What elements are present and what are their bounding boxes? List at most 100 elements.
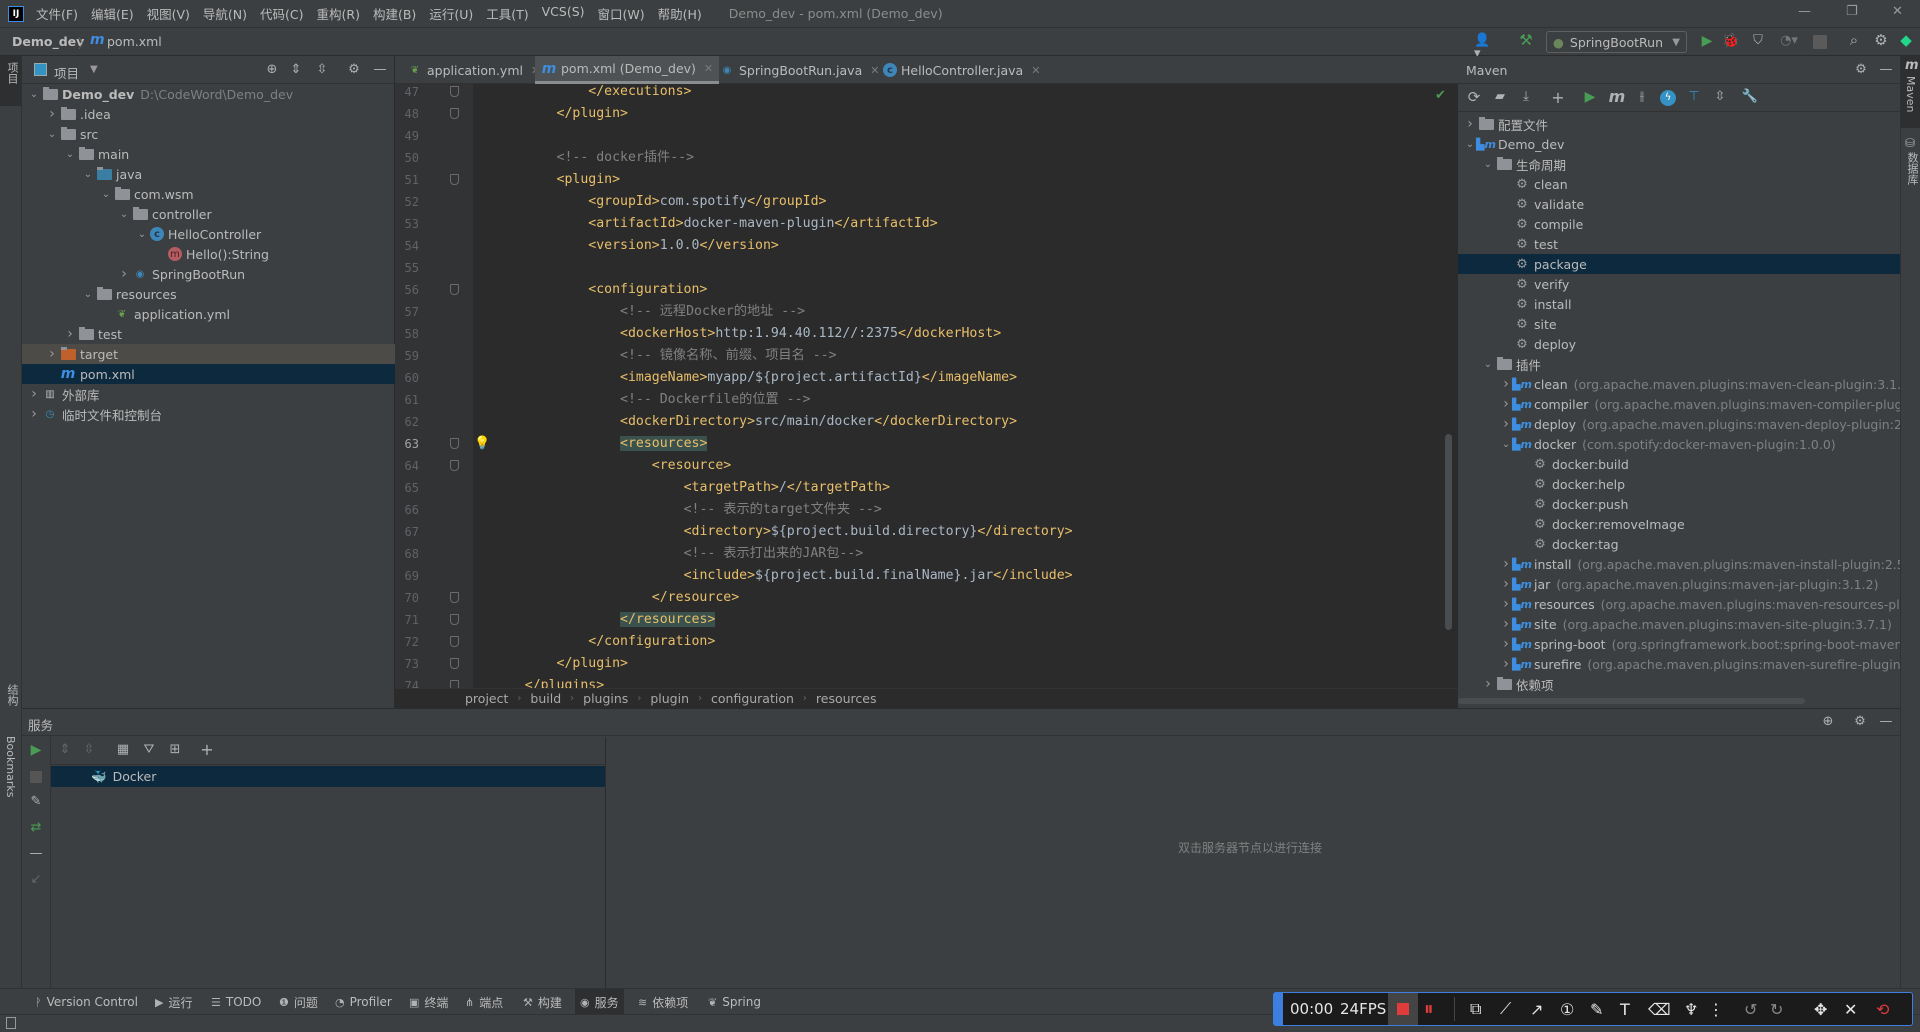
service-docker[interactable]: 🐳 Docker: [51, 766, 605, 787]
tree-item[interactable]: ⌄ 生命周期: [1458, 154, 1900, 174]
tree-item[interactable]: ⌄ src: [22, 124, 395, 144]
menu-item[interactable]: 代码(C): [260, 4, 303, 23]
chevron-right-icon[interactable]: ›: [116, 266, 132, 282]
tree-item[interactable]: ⚙ verify: [1458, 274, 1900, 294]
breadcrumb-item[interactable]: plugin: [650, 691, 689, 706]
tree-item[interactable]: ⌄ c HelloController: [22, 224, 395, 244]
breadcrumb-item[interactable]: plugins: [583, 691, 628, 706]
hide-panel-icon[interactable]: —: [372, 63, 388, 76]
tree-item[interactable]: ❦ application.yml: [22, 304, 395, 324]
tree-item[interactable]: › ◷ 临时文件和控制台: [22, 404, 395, 424]
breadcrumb-project[interactable]: Demo_dev: [12, 34, 84, 49]
add-service-icon[interactable]: +: [199, 742, 215, 758]
tree-item[interactable]: ⚙ docker:push: [1458, 494, 1900, 514]
fold-marker-icon[interactable]: [450, 658, 459, 669]
breadcrumb-file[interactable]: pom.xml: [107, 34, 162, 49]
bookmarks-tool-button[interactable]: Bookmarks: [4, 736, 17, 797]
editor-tab[interactable]: ❦application.yml✕: [401, 56, 546, 84]
code-editor[interactable]: 47 </executions> 48 </plugin> 49 50 <!-- do…: [395, 84, 1458, 708]
breadcrumb-item[interactable]: project: [465, 691, 508, 706]
tree-item[interactable]: m pom.xml: [22, 364, 395, 384]
tool-window-button[interactable]: ❶ 问题: [274, 989, 323, 1015]
tree-item[interactable]: ⚙ compile: [1458, 214, 1900, 234]
editor-tab[interactable]: ◉ SpringBootRun.java ✕: [713, 56, 885, 84]
reload-icon[interactable]: ⟳: [1466, 90, 1482, 105]
menu-item[interactable]: 视图(V): [147, 4, 190, 23]
chevron-down-icon[interactable]: ⌄: [44, 129, 60, 140]
breadcrumb-item[interactable]: configuration: [711, 691, 794, 706]
tree-item[interactable]: ⚙ deploy: [1458, 334, 1900, 354]
stop-icon[interactable]: [30, 771, 42, 783]
menu-item[interactable]: 构建(B): [373, 4, 416, 23]
collapse-all-icon[interactable]: ⇳: [1712, 90, 1728, 103]
tree-item[interactable]: ⚙ docker:tag: [1458, 534, 1900, 554]
tree-item[interactable]: ⌄ resources: [22, 284, 395, 304]
add-icon[interactable]: +: [1550, 90, 1566, 106]
tool-window-button[interactable]: ▶ 运行: [150, 989, 197, 1015]
close-tab-icon[interactable]: ✕: [704, 62, 713, 75]
skip-tests-lightning-icon[interactable]: ϟ: [1660, 90, 1676, 106]
text-tool-icon[interactable]: T: [1620, 993, 1630, 1025]
chevron-right-icon[interactable]: ›: [62, 326, 78, 342]
chevron-right-icon[interactable]: ›: [1462, 116, 1478, 132]
tree-item[interactable]: › ▙m deploy (org.apache.maven.plugins:maven…: [1458, 414, 1900, 434]
add-service-crosshair-icon[interactable]: ⊕: [1820, 715, 1836, 728]
execute-goal-m-icon[interactable]: m: [1608, 89, 1626, 105]
tree-item[interactable]: › ▙m clean (org.apache.maven.plugins:maven-…: [1458, 374, 1900, 394]
chevron-down-icon[interactable]: ⌄: [80, 169, 96, 180]
tree-item[interactable]: › .idea: [22, 104, 395, 124]
settings-gear-icon[interactable]: ⚙: [346, 63, 362, 76]
menu-item[interactable]: VCS(S): [542, 4, 585, 23]
tree-item[interactable]: ⚙ clean: [1458, 174, 1900, 194]
run-icon[interactable]: ▶: [1582, 90, 1598, 104]
tree-item[interactable]: ⌄ main: [22, 144, 395, 164]
tree-item[interactable]: ⌄ java: [22, 164, 395, 184]
fold-marker-icon[interactable]: [450, 636, 459, 647]
intention-bulb-icon[interactable]: 💡: [474, 433, 490, 455]
tree-item[interactable]: › ▙m site (org.apache.maven.plugins:maven-s…: [1458, 614, 1900, 634]
tree-item[interactable]: › ◉ SpringBootRun: [22, 264, 395, 284]
tree-item[interactable]: › ▙m resources (org.apache.maven.plugins:ma…: [1458, 594, 1900, 614]
coverage-icon[interactable]: ⛉: [1749, 34, 1767, 47]
more-options-icon[interactable]: ⋮: [1708, 993, 1724, 1025]
hide-panel-icon[interactable]: —: [1878, 63, 1894, 76]
project-panel-title[interactable]: 项目: [54, 63, 79, 82]
tree-item[interactable]: m Hello():String: [22, 244, 395, 264]
expand-all-icon[interactable]: ⇕: [57, 743, 73, 756]
chevron-right-icon[interactable]: ›: [44, 106, 60, 122]
menu-item[interactable]: 重构(R): [317, 4, 360, 23]
menu-item[interactable]: 帮助(H): [658, 4, 702, 23]
fold-marker-icon[interactable]: [450, 438, 459, 449]
collapse-all-icon[interactable]: ⇳: [314, 63, 330, 76]
tree-item[interactable]: ⚙ docker:build: [1458, 454, 1900, 474]
menu-item[interactable]: 文件(F): [36, 4, 78, 23]
breadcrumb-item[interactable]: resources: [816, 691, 877, 706]
tree-item[interactable]: ⌄ com.wsm: [22, 184, 395, 204]
tool-window-button[interactable]: ❦ Spring: [703, 989, 766, 1015]
tool-window-button[interactable]: ▣ 终端: [404, 989, 453, 1015]
tree-item[interactable]: ⚙ docker:removeImage: [1458, 514, 1900, 534]
fold-marker-icon[interactable]: [450, 592, 459, 603]
collapse-all-icon[interactable]: ⇳: [81, 743, 97, 756]
minimize-button[interactable]: —: [1798, 4, 1811, 19]
menu-item[interactable]: 窗口(W): [598, 4, 645, 23]
debug-icon[interactable]: 🐞: [1722, 34, 1740, 48]
breadcrumb-item[interactable]: build: [530, 691, 561, 706]
locate-icon[interactable]: ⊕: [264, 63, 280, 76]
run-icon[interactable]: ▶: [1698, 34, 1716, 48]
hide-panel-icon[interactable]: —: [1878, 715, 1894, 728]
tool-window-button[interactable]: ᚹ Version Control: [30, 989, 143, 1015]
close-tab-icon[interactable]: ✕: [1031, 64, 1040, 77]
maven-horizontal-scrollbar[interactable]: [1458, 698, 1805, 704]
tree-item[interactable]: › ▙m jar (org.apache.maven.plugins:maven-ja…: [1458, 574, 1900, 594]
tree-item[interactable]: ⌄ ▙m docker (com.spotify:docker-maven-plugi…: [1458, 434, 1900, 454]
chevron-down-icon[interactable]: ⌄: [134, 229, 150, 240]
tool-window-button[interactable]: ◔ Profiler: [330, 989, 397, 1015]
tree-item[interactable]: ⌄ 插件: [1458, 354, 1900, 374]
chevron-right-icon[interactable]: ›: [26, 386, 42, 402]
tree-item[interactable]: › ▙m install (org.apache.maven.plugins:mave…: [1458, 554, 1900, 574]
menu-item[interactable]: 工具(T): [486, 4, 528, 23]
tree-item[interactable]: › target: [22, 344, 395, 364]
group-by-icon[interactable]: ▦: [115, 743, 131, 756]
eraser-tool-icon[interactable]: ⌫: [1648, 993, 1671, 1025]
